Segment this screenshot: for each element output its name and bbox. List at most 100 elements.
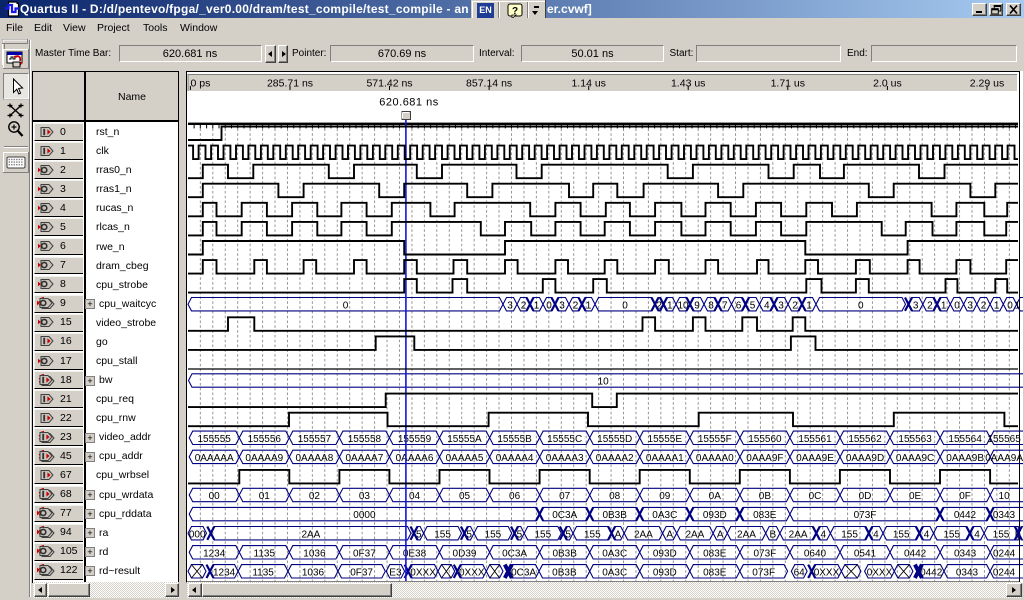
svg-text:05: 05	[459, 491, 471, 502]
svg-text:15555A: 15555A	[447, 434, 482, 445]
svg-text:0E: 0E	[909, 491, 922, 502]
svg-text:0B3B: 0B3B	[552, 567, 577, 578]
svg-text:6: 6	[736, 300, 742, 311]
svg-text:?: ?	[512, 6, 518, 17]
svg-text:0F37: 0F37	[353, 548, 376, 559]
svg-text:0B3B: 0B3B	[602, 510, 627, 521]
svg-text:155563: 155563	[898, 434, 932, 445]
svg-text:1.43 us: 1.43 us	[671, 78, 705, 90]
svg-text:2: 2	[792, 300, 798, 311]
svg-text:0: 0	[343, 300, 349, 311]
svg-text:1234: 1234	[213, 567, 236, 578]
svg-text:155558: 155558	[348, 434, 382, 445]
svg-text:0F37: 0F37	[350, 567, 373, 578]
svg-text:285.71 ns: 285.71 ns	[267, 78, 313, 90]
svg-text:0AAAA7: 0AAAA7	[345, 453, 383, 464]
svg-text:2.0 us: 2.0 us	[873, 78, 902, 90]
svg-text:01: 01	[259, 491, 271, 502]
svg-text:10: 10	[598, 377, 610, 388]
svg-text:3: 3	[507, 300, 513, 311]
svg-text:1: 1	[534, 300, 540, 311]
svg-text:1: 1	[941, 300, 947, 311]
svg-text:4: 4	[924, 529, 930, 540]
svg-text:0XXX: 0XXX	[814, 567, 840, 578]
svg-text:09: 09	[659, 491, 671, 502]
svg-text:0AAAA6: 0AAAA6	[396, 453, 434, 464]
svg-text:0B: 0B	[759, 491, 772, 502]
svg-text:E3: E3	[389, 567, 402, 578]
svg-text:0AAAA1: 0AAAA1	[646, 453, 684, 464]
svg-text:0B3B: 0B3B	[552, 548, 577, 559]
svg-text:03: 03	[359, 491, 371, 502]
svg-text:0AAA9E: 0AAA9E	[796, 453, 834, 464]
svg-text:0: 0	[858, 300, 864, 311]
svg-text:0343: 0343	[956, 567, 979, 578]
svg-text:155555: 155555	[198, 434, 232, 445]
svg-text:0A3C: 0A3C	[602, 567, 627, 578]
svg-text:155565: 155565	[987, 434, 1021, 445]
svg-text:155561: 155561	[798, 434, 832, 445]
svg-text:1: 1	[586, 300, 592, 311]
svg-text:155: 155	[943, 529, 960, 540]
svg-text:02: 02	[309, 491, 321, 502]
svg-text:0AAA9B: 0AAA9B	[946, 453, 984, 464]
svg-text:0AAAA4: 0AAAA4	[496, 453, 534, 464]
svg-text:073F: 073F	[754, 548, 777, 559]
svg-text:1: 1	[994, 300, 1000, 311]
svg-text:073F: 073F	[752, 567, 775, 578]
svg-text:0AAAA9: 0AAAA9	[245, 453, 283, 464]
svg-text:155: 155	[434, 529, 451, 540]
svg-text:4: 4	[873, 529, 879, 540]
svg-text:2AA: 2AA	[685, 529, 704, 540]
svg-text:1135: 1135	[252, 567, 274, 578]
svg-text:15555E: 15555E	[648, 434, 683, 445]
svg-text:0343: 0343	[954, 548, 977, 559]
svg-text:5: 5	[750, 300, 756, 311]
svg-text:06: 06	[509, 491, 521, 502]
svg-text:0: 0	[954, 300, 960, 311]
svg-text:0D39: 0D39	[453, 548, 477, 559]
svg-text:0XXX: 0XXX	[867, 567, 893, 578]
svg-text:083E: 083E	[703, 548, 727, 559]
svg-text:3: 3	[913, 300, 919, 311]
svg-text:4: 4	[821, 529, 827, 540]
svg-text:4: 4	[974, 529, 980, 540]
svg-text:155557: 155557	[298, 434, 332, 445]
svg-text:0A3C: 0A3C	[652, 510, 677, 521]
svg-text:0AAAA2: 0AAAA2	[596, 453, 634, 464]
svg-text:0C3A: 0C3A	[502, 548, 527, 559]
svg-text:0AAAA5: 0AAAA5	[446, 453, 484, 464]
svg-text:155: 155	[893, 529, 910, 540]
svg-text:0640: 0640	[804, 548, 827, 559]
svg-text:155556: 155556	[248, 434, 282, 445]
svg-text:0244: 0244	[993, 548, 1016, 559]
svg-text:10: 10	[999, 491, 1011, 502]
svg-text:857.14 ns: 857.14 ns	[466, 78, 512, 90]
svg-text:0AAA9A: 0AAA9A	[985, 453, 1023, 464]
svg-text:1234: 1234	[203, 548, 226, 559]
svg-text:000: 000	[189, 529, 206, 540]
svg-text:0XXX: 0XXX	[459, 567, 485, 578]
svg-text:2AA: 2AA	[301, 529, 320, 540]
svg-text:7: 7	[722, 300, 728, 311]
svg-text:2AA: 2AA	[737, 529, 756, 540]
svg-text:0A3C: 0A3C	[602, 548, 627, 559]
svg-text:0C3A: 0C3A	[552, 510, 577, 521]
svg-text:15555C: 15555C	[547, 434, 582, 445]
svg-text:073F: 073F	[854, 510, 877, 521]
svg-text:0244: 0244	[993, 567, 1016, 578]
svg-text:0A: 0A	[709, 491, 722, 502]
svg-text:155564: 155564	[948, 434, 982, 445]
svg-text:1: 1	[667, 300, 673, 311]
svg-text:8: 8	[708, 300, 714, 311]
svg-text:1: 1	[1015, 300, 1021, 311]
svg-text:A: A	[666, 529, 673, 540]
svg-text:00: 00	[209, 491, 221, 502]
svg-text:2: 2	[981, 300, 987, 311]
svg-text:3: 3	[778, 300, 784, 311]
svg-text:155559: 155559	[398, 434, 432, 445]
svg-text:093D: 093D	[703, 510, 727, 521]
svg-text:A: A	[717, 529, 724, 540]
svg-text:15555D: 15555D	[597, 434, 632, 445]
svg-text:0: 0	[622, 300, 628, 311]
